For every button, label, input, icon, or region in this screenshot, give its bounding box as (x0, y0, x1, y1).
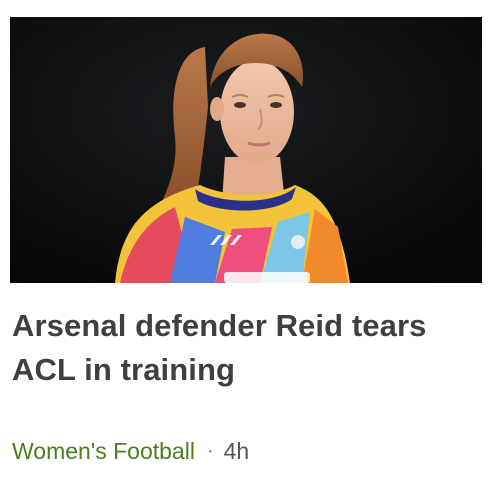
article-timestamp: 4h (223, 438, 250, 464)
article-headline[interactable]: Arsenal defender Reid tears ACL in train… (12, 304, 472, 392)
article-card[interactable]: Arsenal defender Reid tears ACL in train… (0, 0, 498, 489)
article-meta: Women's Football · 4h (12, 436, 249, 466)
article-image[interactable] (10, 17, 482, 283)
player-photo (10, 17, 482, 283)
section-link[interactable]: Women's Football (12, 436, 195, 466)
meta-separator: · (206, 440, 214, 462)
